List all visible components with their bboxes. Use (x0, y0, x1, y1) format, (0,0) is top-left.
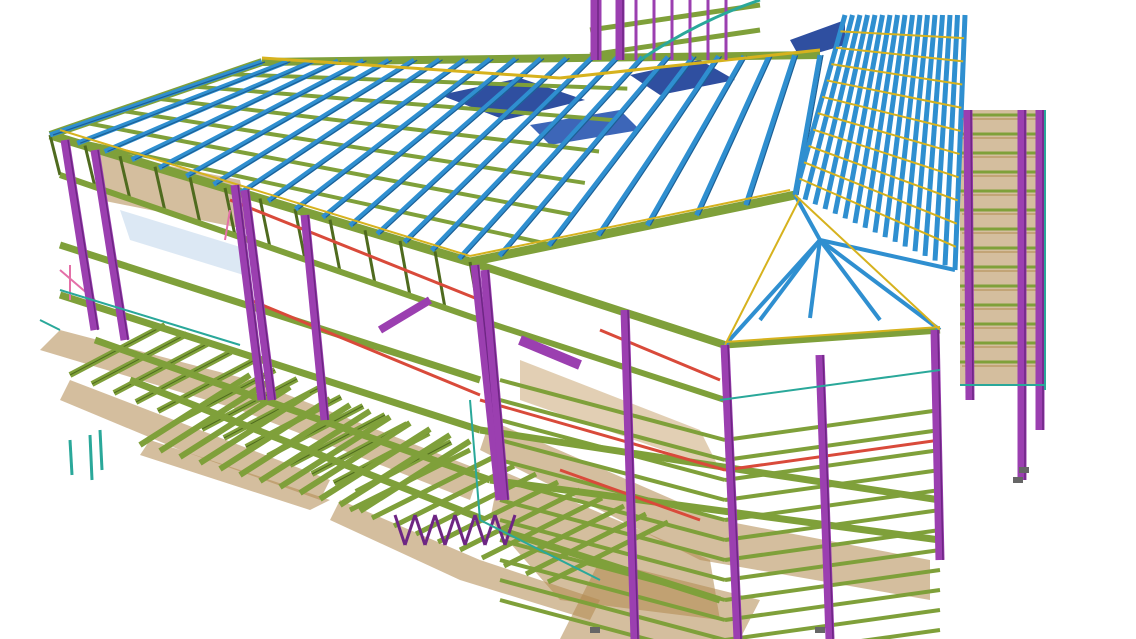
steel-column-11 (963, 109, 975, 401)
loose-post-2 (98, 429, 104, 471)
eave-purlin-2 (469, 189, 791, 257)
base-plate-3 (815, 627, 825, 633)
fascia-beam (328, 219, 342, 272)
base-plate-0 (1013, 477, 1023, 483)
fascia-beam (433, 251, 447, 309)
bracing-member-1 (249, 298, 481, 397)
base-plate-1 (1019, 467, 1029, 473)
roof-rafter (743, 54, 798, 206)
hip-line (724, 197, 801, 346)
steel-structure-model-viewport[interactable] (0, 0, 1136, 639)
edge-angle-1 (39, 319, 61, 331)
loose-post-1 (88, 434, 94, 481)
side-eave-beam (468, 258, 727, 349)
turret-eave-beam (724, 326, 941, 349)
edge-angle-6 (719, 369, 941, 401)
steel-structure-model (39, 0, 1046, 639)
base-plate-2 (590, 627, 600, 633)
stair-stringer (377, 296, 433, 334)
loose-post-0 (68, 439, 74, 476)
fascia-beam (258, 198, 272, 248)
edge-angle-0 (59, 289, 241, 346)
hip-purlin (799, 177, 957, 248)
roof-rafter-edge (748, 55, 799, 206)
